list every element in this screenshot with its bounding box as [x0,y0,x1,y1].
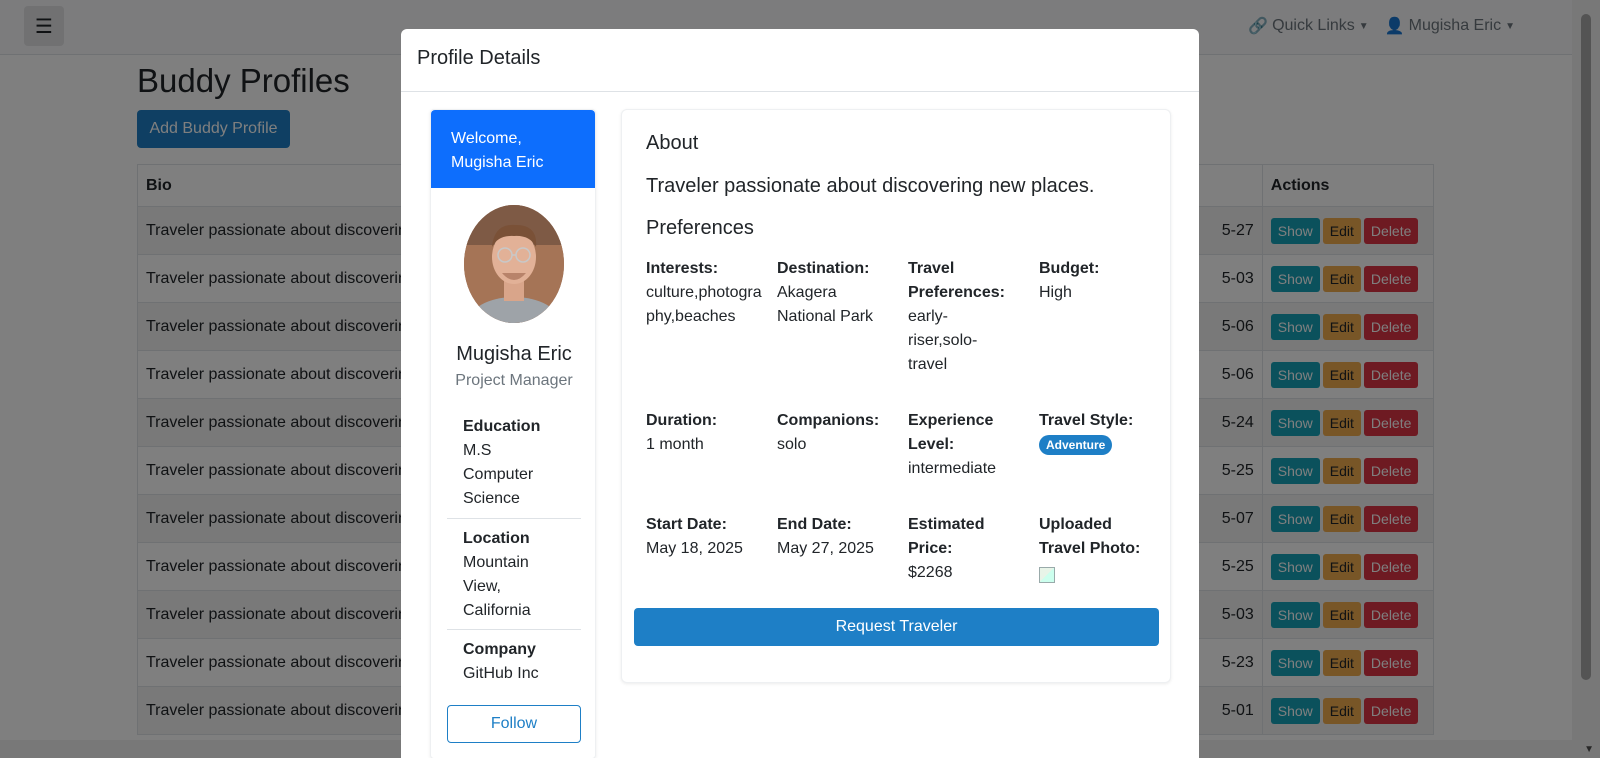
end-date-label: End Date: [777,516,852,533]
start-date-value: May 18, 2025 [646,540,743,557]
uploaded-photo-field: Uploaded Travel Photo: [1039,513,1149,591]
companions-value: solo [777,436,807,453]
education-value: M.S Computer Science [463,442,534,507]
start-date-field: Start Date: May 18, 2025 [646,513,768,561]
welcome-banner: Welcome, Mugisha Eric [431,110,595,188]
interests-value: culture,photography,beaches [646,284,762,325]
uploaded-photo-label: Uploaded Travel Photo: [1039,516,1141,557]
about-card: About Traveler passionate about discover… [621,109,1171,683]
companions-label: Companions: [777,412,880,429]
interests-field: Interests: culture,photography,beaches [646,257,768,329]
divider [447,518,581,519]
duration-label: Duration: [646,412,718,429]
profile-details-modal: Profile Details Welcome, Mugisha Eric Mu… [401,29,1199,758]
profile-role: Project Manager [455,372,573,389]
company-value: GitHub Inc [463,665,539,682]
travel-preferences-field: Travel Preferences: early-riser,solo-tra… [908,257,1008,377]
education-label: Education [463,418,541,435]
duration-value: 1 month [646,436,704,453]
location-info: Location Mountain View, California [447,527,581,623]
destination-label: Destination: [777,260,870,277]
location-label: Location [463,530,530,547]
budget-label: Budget: [1039,260,1100,277]
location-value: Mountain View, California [463,554,531,619]
travel-style-label: Travel Style: [1039,412,1134,429]
modal-title: Profile Details [401,29,1199,92]
destination-value: Akagera National Park [777,284,874,325]
budget-field: Budget: High [1039,257,1161,305]
about-heading: About [646,132,699,154]
travel-style-badge: Adventure [1039,435,1113,455]
request-traveler-button[interactable]: Request Traveler [634,608,1159,646]
preferences-heading: Preferences [646,217,754,239]
profile-card: Welcome, Mugisha Eric Mugisha Eric Proje… [430,109,596,758]
destination-field: Destination: Akagera National Park [777,257,899,329]
welcome-name: Mugisha Eric [451,154,544,171]
estimated-price-value: $2268 [908,564,953,581]
estimated-price-field: Estimated Price: $2268 [908,513,1008,585]
budget-value: High [1039,284,1072,301]
experience-level-label: Experience Level: [908,412,994,453]
experience-level-field: Experience Level: intermediate [908,409,1008,481]
interests-label: Interests: [646,260,719,277]
start-date-label: Start Date: [646,516,727,533]
broken-image-icon [1039,567,1055,583]
about-bio: Traveler passionate about discovering ne… [646,175,1095,197]
follow-button[interactable]: Follow [447,705,581,743]
travel-preferences-value: early-riser,solo-travel [908,308,978,373]
profile-name: Mugisha Eric [456,343,572,365]
companions-field: Companions: solo [777,409,899,457]
welcome-line: Welcome, [451,130,522,147]
estimated-price-label: Estimated Price: [908,516,985,557]
education-info: Education M.S Computer Science [447,415,581,511]
travel-preferences-label: Travel Preferences: [908,260,1005,301]
travel-style-field: Travel Style: Adventure [1039,409,1161,457]
experience-level-value: intermediate [908,460,997,477]
avatar [464,205,564,323]
end-date-value: May 27, 2025 [777,540,874,557]
duration-field: Duration: 1 month [646,409,768,457]
divider [447,629,581,630]
end-date-field: End Date: May 27, 2025 [777,513,899,561]
company-info: Company GitHub Inc [447,638,581,686]
company-label: Company [463,641,536,658]
